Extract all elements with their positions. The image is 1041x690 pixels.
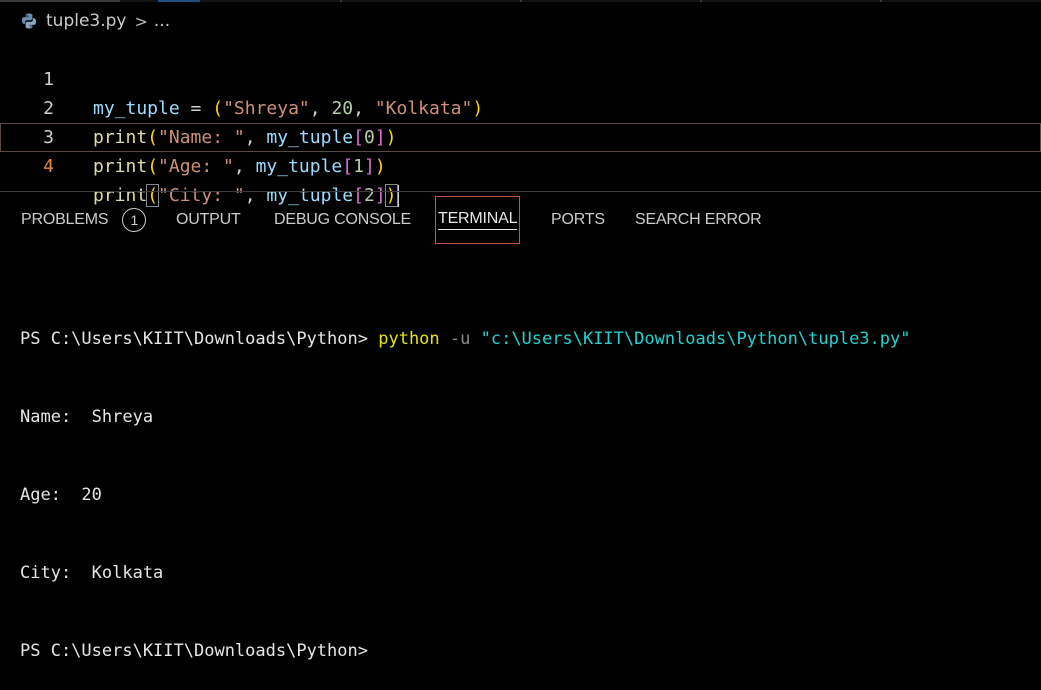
tab-strip-segment [340, 0, 342, 2]
panel-divider[interactable] [0, 191, 1041, 192]
token: ) [374, 156, 386, 177]
token: ( [147, 156, 159, 177]
tab-label: OUTPUT [176, 211, 241, 228]
line-number-current: 4 [43, 156, 54, 177]
problems-count-badge: 1 [122, 208, 147, 232]
token: , [233, 156, 256, 177]
tab-output[interactable]: OUTPUT [176, 196, 241, 244]
breadcrumb-separator: > [134, 11, 148, 31]
terminal-prompt: PS C:\Users\KIIT\Downloads\Python> [20, 329, 379, 349]
breadcrumb-ellipsis[interactable]: ... [154, 11, 170, 31]
tab-label: SEARCH ERROR [635, 211, 762, 228]
panel-tab-bar: PROBLEMS 1 OUTPUT DEBUG CONSOLE TERMINAL… [0, 196, 1041, 244]
terminal-flag: -u [439, 329, 481, 349]
python-file-icon [22, 13, 36, 29]
terminal-output[interactable]: PS C:\Users\KIIT\Downloads\Python> pytho… [20, 274, 910, 690]
tab-label: PORTS [551, 211, 605, 228]
tab-strip-segment [700, 0, 702, 2]
token: ] [363, 156, 375, 177]
token: print [93, 156, 148, 177]
code-editor[interactable]: 1 my_tuple = ("Shreya", 20, "Kolkata") 2… [0, 36, 1041, 207]
tab-debug-console[interactable]: DEBUG CONSOLE [274, 196, 411, 244]
terminal-output-line: City: Kolkata [20, 563, 164, 583]
code-line[interactable]: 2 print("Name: ", my_tuple[0]) [0, 65, 1041, 148]
terminal-final-prompt: PS C:\Users\KIIT\Downloads\Python> [20, 641, 368, 661]
code-line-active[interactable]: 4 print("City: ", my_tuple[2]) [0, 123, 1041, 207]
tab-terminal[interactable]: TERMINAL [435, 196, 521, 244]
tab-strip-segment [0, 0, 120, 2]
code-line[interactable]: 1 my_tuple = ("Shreya", 20, "Kolkata") [0, 36, 1041, 119]
code-line[interactable]: 3 print("Age: ", my_tuple[1]) [0, 94, 1041, 177]
tab-strip-segment [158, 0, 200, 2]
tab-strip-segment [880, 0, 882, 2]
tab-label: PROBLEMS [21, 211, 109, 228]
token: 1 [353, 156, 364, 177]
tab-strip-segment [520, 0, 522, 2]
tab-search-error[interactable]: SEARCH ERROR [635, 196, 762, 244]
breadcrumb-file[interactable]: tuple3.py [46, 11, 126, 31]
tab-label: TERMINAL [438, 210, 518, 230]
line-code: print("Age: ", my_tuple[1]) [93, 152, 386, 181]
token: my_tuple [255, 156, 343, 177]
top-tab-strip [0, 0, 1041, 2]
terminal-command-line: PS C:\Users\KIIT\Downloads\Python> pytho… [20, 326, 910, 352]
terminal-output-line: Name: Shreya [20, 407, 154, 427]
tab-label: DEBUG CONSOLE [274, 211, 411, 228]
terminal-command: python [378, 329, 440, 349]
breadcrumb: tuple3.py > ... [20, 8, 170, 34]
tab-ports[interactable]: PORTS [551, 196, 605, 244]
terminal-argument: "c:\Users\KIIT\Downloads\Python\tuple3.p… [480, 329, 911, 349]
tab-problems[interactable]: PROBLEMS 1 [21, 196, 147, 244]
token: "Age: " [158, 156, 234, 177]
token: [ [342, 156, 354, 177]
